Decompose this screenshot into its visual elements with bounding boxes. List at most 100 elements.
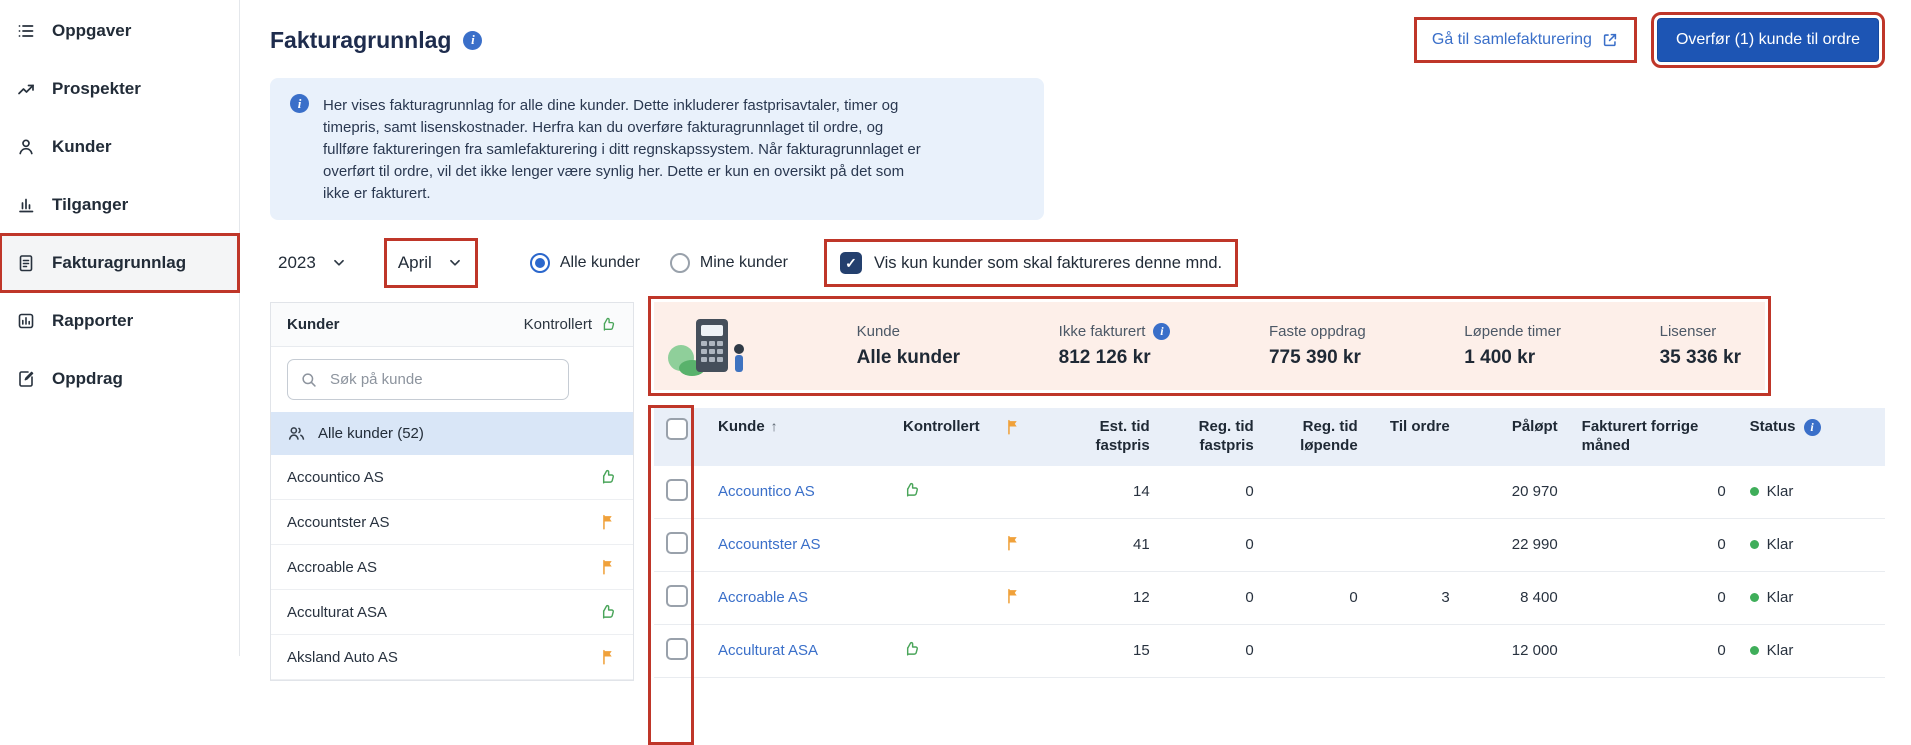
td-est-tid: 12 [1058,571,1162,624]
td-fakturert: 0 [1570,466,1738,519]
customer-link[interactable]: Accountster AS [718,536,821,553]
td-palopt: 20 970 [1462,466,1570,519]
td-kontrollert [891,518,992,571]
row-checkbox[interactable] [666,532,688,554]
td-reg-lop [1266,518,1370,571]
th-fakturert-forrige: Fakturert forrige måned [1570,408,1738,466]
summary-bar: Kunde Alle kunder Ikke fakturert 812 126… [654,302,1765,390]
year-select[interactable]: 2023 [270,244,356,282]
table-row[interactable]: Accountico AS 14 0 20 970 0 Klar [654,466,1885,519]
table-row[interactable]: Acculturat ASA 15 0 12 000 0 Klar [654,624,1885,677]
show-only-billable-checkbox[interactable]: Vis kun kunder som skal faktureres denne… [830,245,1232,281]
th-label: Kunde [718,418,765,435]
sidebar-item-label: Oppdrag [52,369,123,389]
td-status: Klar [1738,624,1885,677]
sidebar-item-kunder[interactable]: Kunder [0,118,239,176]
td-est-tid: 41 [1058,518,1162,571]
customer-list-item[interactable]: Accountster AS [271,500,633,545]
content-row: Kunder Kontrollert Alle kunder (52) Acco… [270,302,1885,681]
chevron-down-icon [446,254,464,272]
summary-ikke-fakturert: Ikke fakturert 812 126 kr [1059,323,1171,369]
flag-icon [599,558,617,576]
status-label: Klar [1767,642,1794,659]
row-checkbox[interactable] [666,479,688,501]
customer-list-item[interactable]: Acculturat ASA [271,590,633,635]
flag-icon [1004,534,1022,552]
td-reg-fast: 0 [1162,518,1266,571]
external-link-icon [1601,31,1619,49]
search-input[interactable] [328,370,556,389]
td-palopt: 22 990 [1462,518,1570,571]
customer-link[interactable]: Accountico AS [718,483,815,500]
summary-kunde-label: Kunde [857,323,960,340]
people-icon [287,424,306,443]
access-icon [16,195,36,215]
td-reg-fast: 0 [1162,466,1266,519]
row-checkbox[interactable] [666,638,688,660]
info-icon[interactable] [1153,323,1170,340]
assignments-icon [16,369,36,389]
sidebar-item-label: Tilganger [52,195,128,215]
checkbox-label: Vis kun kunder som skal faktureres denne… [874,254,1222,273]
table-row[interactable]: Accountster AS 41 0 22 990 0 Klar [654,518,1885,571]
page-title: Fakturagrunnlag [270,27,451,54]
td-status: Klar [1738,518,1885,571]
td-flag [992,466,1058,519]
td-kontrollert [891,466,992,519]
search-icon [300,371,318,389]
th-kunde[interactable]: Kunde [706,408,891,466]
title-info-icon[interactable] [463,31,482,50]
summary-kunde-value: Alle kunder [857,347,960,369]
customer-list-item[interactable]: Accountico AS [271,455,633,500]
customer-panel-header: Kunder Kontrollert [271,303,633,347]
td-flag [992,518,1058,571]
reports-icon [16,311,36,331]
thumbs-up-icon [903,640,921,658]
row-checkbox[interactable] [666,585,688,607]
radio-label: Mine kunder [700,254,788,272]
customer-name: Accountico AS [287,469,384,486]
thumbs-up-icon [600,316,617,333]
summary-value: 35 336 kr [1660,347,1741,369]
table-row[interactable]: Accroable AS 12 0 0 3 8 400 0 Klar [654,571,1885,624]
info-box: Her vises fakturagrunnlag for alle dine … [270,78,1044,220]
sidebar: Oppgaver Prospekter Kunder Tilganger Fak… [0,0,240,656]
th-flag [992,408,1058,466]
table-wrap: Kunde Kontrollert Est. tid fastpris Reg.… [654,408,1885,678]
sidebar-item-rapporter[interactable]: Rapporter [0,292,239,350]
status-dot-icon [1750,540,1759,549]
sidebar-item-tilganger[interactable]: Tilganger [0,176,239,234]
sidebar-item-fakturagrunnlag[interactable]: Fakturagrunnlag [0,234,239,292]
month-select[interactable]: April [390,244,472,282]
summary-kunde: Kunde Alle kunder [857,323,960,369]
info-icon[interactable] [1804,419,1821,436]
radio-mine-kunder[interactable]: Mine kunder [670,253,788,273]
td-fakturert: 0 [1570,624,1738,677]
customer-link[interactable]: Accroable AS [718,589,808,606]
status-label: Klar [1767,589,1794,606]
all-customers-item[interactable]: Alle kunder (52) [271,412,633,455]
status-dot-icon [1750,646,1759,655]
flag-icon [1004,587,1022,605]
sidebar-item-oppgaver[interactable]: Oppgaver [0,2,239,60]
td-reg-lop [1266,466,1370,519]
transfer-to-order-button[interactable]: Overfør (1) kunde til ordre [1657,18,1879,62]
select-all-checkbox[interactable] [666,418,688,440]
td-est-tid: 15 [1058,624,1162,677]
td-kontrollert [891,624,992,677]
summary-label: Lisenser [1660,323,1741,340]
td-fakturert: 0 [1570,571,1738,624]
kontrollert-label: Kontrollert [524,316,592,333]
sidebar-item-label: Oppgaver [52,21,131,41]
sidebar-item-oppdrag[interactable]: Oppdrag [0,350,239,408]
summary-value: 1 400 kr [1464,347,1561,369]
customer-list-item[interactable]: Accroable AS [271,545,633,590]
customer-list-item[interactable]: Aksland Auto AS [271,635,633,680]
customer-search[interactable] [287,359,569,400]
customer-name: Acculturat ASA [287,604,387,621]
radio-label: Alle kunder [560,254,640,272]
customer-link[interactable]: Acculturat ASA [718,642,818,659]
samlefakturering-link[interactable]: Gå til samlefakturering [1420,23,1631,57]
radio-alle-kunder[interactable]: Alle kunder [530,253,640,273]
sidebar-item-prospekter[interactable]: Prospekter [0,60,239,118]
